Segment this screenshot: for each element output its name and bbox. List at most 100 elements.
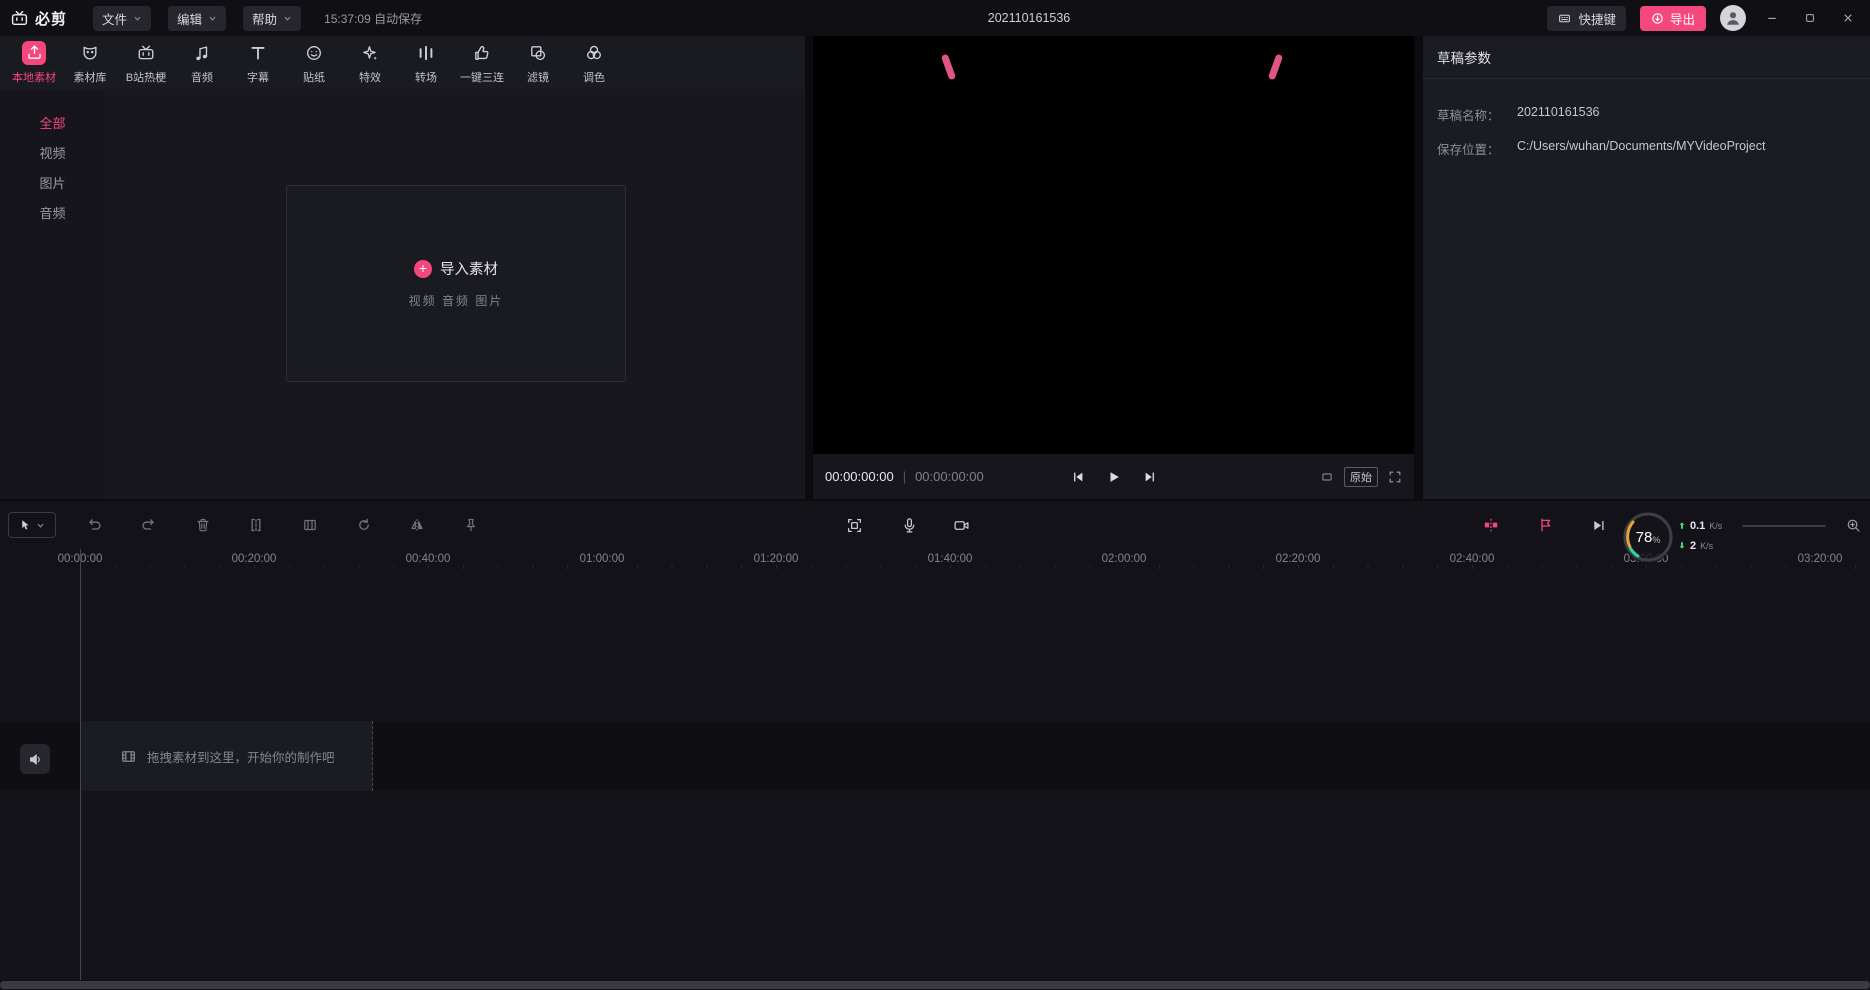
menu-help[interactable]: 帮助	[243, 6, 301, 31]
preview-options: 原始	[1320, 467, 1402, 487]
draft-name-value[interactable]: 202110161536	[1517, 105, 1600, 124]
ruler-tick-label: 02:20:00	[1276, 553, 1321, 565]
jump-to-end-button[interactable]	[1586, 513, 1610, 537]
track-placeholder-text: 拖拽素材到这里，开始你的制作吧	[147, 747, 335, 766]
ruler-tick-label: 01:40:00	[928, 553, 973, 565]
delete-button[interactable]	[191, 513, 215, 537]
mask-icon	[78, 41, 102, 65]
record-voice-button[interactable]	[897, 513, 921, 537]
preview-controls: 00:00:00:00 | 00:00:00:00 原始	[813, 454, 1414, 499]
loading-slash-right	[1268, 54, 1283, 81]
performance-readout: 78 %	[1618, 507, 1678, 567]
timeline-zoom-slider[interactable]	[1742, 525, 1826, 527]
tab-label: 音频	[191, 69, 213, 85]
import-media-button[interactable]: + 导入素材 视频 音频 图片	[286, 185, 626, 382]
palette-icon	[582, 41, 606, 65]
ruler-tick-label: 02:00:00	[1102, 553, 1147, 565]
track-drop-placeholder[interactable]: 拖拽素材到这里，开始你的制作吧	[80, 721, 373, 791]
category-audio[interactable]: 音频	[0, 199, 105, 229]
arrow-down-icon	[1678, 541, 1686, 550]
category-image[interactable]: 图片	[0, 169, 105, 199]
scale-mode-icon[interactable]	[1320, 471, 1334, 483]
preview-screen[interactable]	[813, 36, 1414, 454]
chevron-down-icon	[36, 521, 45, 530]
fullscreen-icon[interactable]	[1388, 470, 1402, 484]
close-button[interactable]	[1836, 6, 1860, 30]
tab-label: 转场	[415, 69, 437, 85]
tab-subtitles[interactable]: 字幕	[230, 36, 286, 89]
tab-effects[interactable]: 特效	[342, 36, 398, 89]
current-timecode: 00:00:00:00	[825, 469, 894, 484]
original-ratio-button[interactable]: 原始	[1344, 467, 1378, 487]
export-button[interactable]: 导出	[1640, 6, 1706, 31]
category-all[interactable]: 全部	[0, 109, 105, 139]
track-mute-button[interactable]	[20, 744, 50, 774]
bilibili-tv-icon	[10, 10, 29, 27]
pin-button[interactable]	[459, 513, 483, 537]
tab-label: 字幕	[247, 69, 269, 85]
menu-file[interactable]: 文件	[93, 6, 151, 31]
arrow-up-icon	[1678, 521, 1686, 530]
shortcut-keys-button[interactable]: 快捷键	[1547, 6, 1626, 31]
undo-button[interactable]	[83, 513, 107, 537]
freeze-frame-button[interactable]	[298, 513, 322, 537]
redo-button[interactable]	[136, 513, 160, 537]
tab-triple-like[interactable]: 一键三连	[454, 36, 510, 89]
tab-audio[interactable]: 音频	[174, 36, 230, 89]
previous-frame-button[interactable]	[1071, 470, 1085, 484]
media-category-list: 全部 视频 图片 音频	[0, 89, 105, 499]
user-avatar[interactable]	[1720, 5, 1746, 31]
play-button[interactable]	[1107, 470, 1121, 484]
tab-label: 滤镜	[527, 69, 549, 85]
upload-icon	[22, 41, 46, 65]
ruler-tick-label: 02:40:00	[1450, 553, 1495, 565]
split-button[interactable]	[244, 513, 268, 537]
select-tool-button[interactable]	[8, 512, 56, 538]
minimize-button[interactable]	[1760, 6, 1784, 30]
performance-indicator[interactable]: 78 %	[1618, 507, 1678, 567]
canvas-crop-button[interactable]	[842, 513, 866, 537]
tab-label: 贴纸	[303, 69, 325, 85]
draft-name-label: 草稿名称：	[1437, 105, 1517, 124]
playhead[interactable]	[80, 549, 81, 980]
thumbsup-icon	[470, 41, 494, 65]
chevron-down-icon	[133, 14, 142, 23]
tab-filters[interactable]: 滤镜	[510, 36, 566, 89]
maximize-button[interactable]	[1798, 6, 1822, 30]
tab-label: B站热梗	[126, 69, 166, 85]
menu-file-label: 文件	[102, 9, 127, 28]
tab-local-media[interactable]: 本地素材	[6, 36, 62, 89]
upload-speed-unit: K/s	[1709, 521, 1722, 531]
tab-material-library[interactable]: 素材库	[62, 36, 118, 89]
timeline-tracks-area: 拖拽素材到这里，开始你的制作吧	[0, 571, 1870, 980]
linkage-toggle[interactable]	[1534, 513, 1558, 537]
cursor-icon	[19, 519, 32, 532]
tab-bilibili-memes[interactable]: B站热梗	[118, 36, 174, 89]
transport-controls	[1071, 470, 1157, 484]
reverse-button[interactable]	[352, 513, 376, 537]
snap-toggle[interactable]	[1479, 513, 1503, 537]
ruler-tick-label: 00:20:00	[232, 553, 277, 565]
category-video[interactable]: 视频	[0, 139, 105, 169]
menu-edit[interactable]: 编辑	[168, 6, 226, 31]
music-icon	[190, 41, 214, 65]
mirror-button[interactable]	[405, 513, 429, 537]
record-screen-button[interactable]	[949, 513, 973, 537]
app-name: 必剪	[35, 8, 67, 29]
timeline-toolbar	[0, 501, 1870, 549]
tab-color-grading[interactable]: 调色	[566, 36, 622, 89]
tab-label: 本地素材	[12, 69, 56, 85]
menu-edit-label: 编辑	[177, 9, 202, 28]
tab-stickers[interactable]: 贴纸	[286, 36, 342, 89]
autosave-status: 15:37:09 自动保存	[324, 10, 422, 27]
horizontal-scrollbar-thumb[interactable]	[0, 981, 1870, 989]
ruler-tick-label: 01:20:00	[754, 553, 799, 565]
next-frame-button[interactable]	[1143, 470, 1157, 484]
titlebar-actions: 快捷键 导出	[1547, 5, 1860, 31]
tv-icon	[134, 41, 158, 65]
draft-path-value[interactable]: C:/Users/wuhan/Documents/MYVideoProject	[1517, 139, 1766, 158]
download-speed-value: 2	[1690, 540, 1696, 552]
timeline-ruler[interactable]: 00:00:00 00:20:00 00:40:00 01:00:00 01:2…	[0, 549, 1870, 571]
tab-transitions[interactable]: 转场	[398, 36, 454, 89]
timeline-zoom-button[interactable]	[1842, 514, 1864, 536]
